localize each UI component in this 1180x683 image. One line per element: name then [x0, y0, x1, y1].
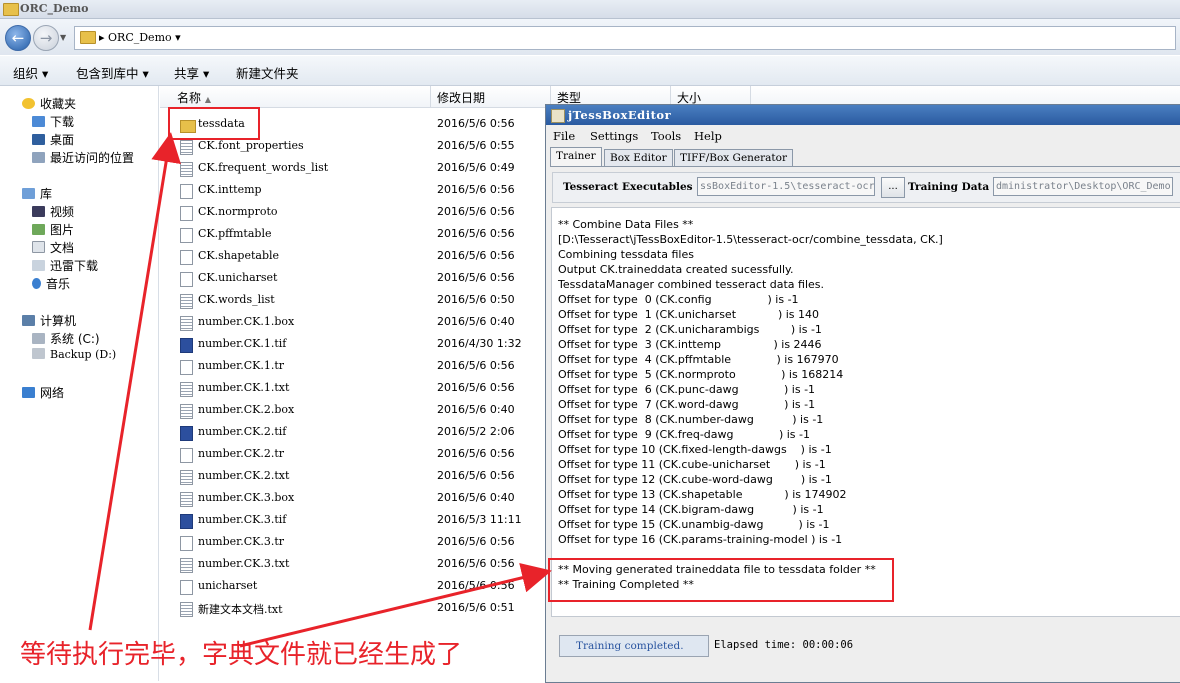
annotation-arrows	[88, 132, 552, 648]
arrow-to-tessdata	[88, 132, 181, 631]
annotation-caption: 等待执行完毕，字典文件就已经生成了	[20, 640, 463, 670]
